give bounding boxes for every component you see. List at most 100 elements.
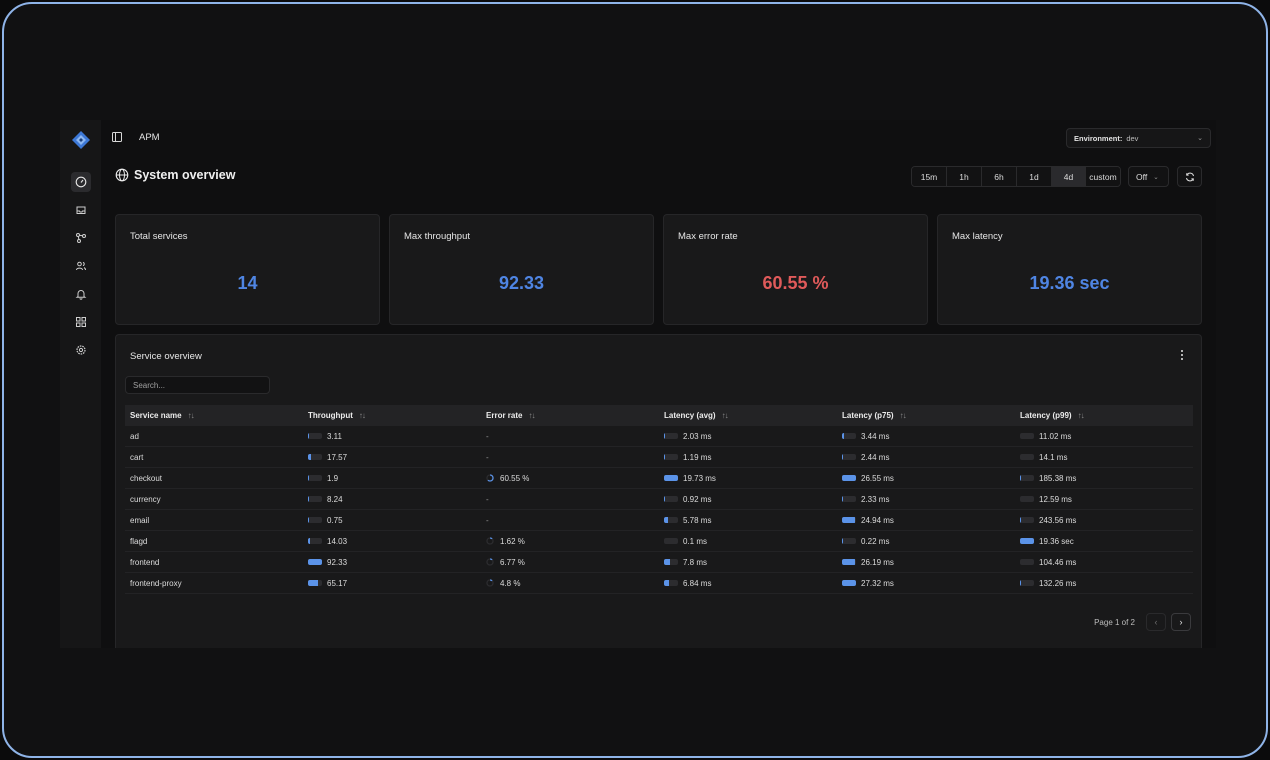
service-name[interactable]: email [130, 516, 149, 525]
column-label: Latency (avg) [664, 411, 716, 420]
latency-p75-value: 2.44 ms [861, 452, 890, 462]
column-label: Service name [130, 411, 182, 420]
globe-icon [115, 168, 129, 182]
value-bar [842, 580, 856, 586]
refresh-button[interactable] [1177, 166, 1202, 187]
service-name[interactable]: flagd [130, 537, 147, 546]
value-bar [842, 433, 856, 439]
nav-item-users[interactable] [71, 256, 91, 276]
auto-refresh-select[interactable]: Off ⌄ [1128, 166, 1169, 187]
environment-label: Environment: [1074, 133, 1123, 143]
column-header-throughput[interactable]: Throughput ↑↓ [303, 411, 481, 420]
sidebar [60, 120, 101, 648]
value-bar-fill [842, 475, 856, 481]
more-vertical-icon[interactable] [1178, 349, 1186, 361]
table-row[interactable]: flagd 14.03 1.62 % 0.1 ms 0.22 ms 19.36 sec [125, 531, 1193, 552]
latency-avg-value: 2.03 ms [683, 431, 712, 441]
column-header-latency-p75[interactable]: Latency (p75) ↑↓ [837, 411, 1015, 420]
previous-page-button[interactable]: ‹ [1146, 613, 1166, 631]
sidebar-panel-icon[interactable] [112, 132, 122, 142]
diamond-logo-icon[interactable] [71, 130, 91, 150]
services-table: Service name ↑↓ Throughput ↑↓ Error rate ↑↓… [125, 405, 1193, 594]
error-rate-value: 60.55 % [500, 473, 530, 483]
throughput-value: 65.17 [327, 578, 348, 588]
page-info: Page 1 of 2 [1094, 617, 1135, 627]
table-row[interactable]: checkout 1.9 60.55 % 19.73 ms 26.55 ms 185.38… [125, 468, 1193, 489]
value-bar [664, 454, 678, 460]
cell-throughput: 8.24 [303, 495, 481, 504]
column-header-error-rate[interactable]: Error rate ↑↓ [481, 411, 659, 420]
value-bar [308, 559, 322, 565]
search-input[interactable] [125, 376, 270, 394]
range-6h-button[interactable]: 6h [982, 167, 1017, 186]
pagination: Page 1 of 2 ‹ › [1094, 613, 1191, 631]
service-name[interactable]: checkout [130, 474, 162, 483]
table-row[interactable]: currency 8.24 - 0.92 ms 2.33 ms 12.59 ms [125, 489, 1193, 510]
dashboard-gauge-icon [75, 176, 86, 188]
service-name[interactable]: frontend-proxy [130, 579, 182, 588]
cell-error-rate: 60.55 % [481, 474, 659, 483]
latency-p99-value: 132.26 ms [1039, 578, 1077, 588]
value-bar [1020, 433, 1034, 439]
table-row[interactable]: cart 17.57 - 1.19 ms 2.44 ms 14.1 ms [125, 447, 1193, 468]
cell-latency-p99: 14.1 ms [1015, 453, 1193, 462]
column-header-latency-avg[interactable]: Latency (avg) ↑↓ [659, 411, 837, 420]
cell-latency-avg: 0.1 ms [659, 537, 837, 546]
table-row[interactable]: frontend 92.33 6.77 % 7.8 ms 26.19 ms 104.46 … [125, 552, 1193, 573]
settings-gear-icon [75, 345, 86, 355]
value-bar [308, 580, 322, 586]
value-bar-fill [842, 559, 856, 565]
nav-item-inbox[interactable] [71, 200, 91, 220]
chevron-right-icon: › [1179, 617, 1183, 627]
nav-item-apps[interactable] [71, 312, 91, 332]
column-header-service-name[interactable]: Service name ↑↓ [125, 411, 303, 420]
service-name[interactable]: cart [130, 453, 143, 462]
range-4d-button[interactable]: 4d [1052, 167, 1086, 186]
environment-select[interactable]: Environment: dev ⌄ [1066, 128, 1211, 148]
value-bar [664, 433, 678, 439]
table-row[interactable]: email 0.75 - 5.78 ms 24.94 ms 243.56 ms [125, 510, 1193, 531]
service-name[interactable]: ad [130, 432, 139, 441]
column-header-latency-p99[interactable]: Latency (p99) ↑↓ [1015, 411, 1193, 420]
range-1h-button[interactable]: 1h [947, 167, 982, 186]
value-bar-fill [664, 559, 670, 565]
latency-p99-value: 14.1 ms [1039, 452, 1068, 462]
service-name[interactable]: currency [130, 495, 161, 504]
breadcrumb[interactable]: APM [139, 132, 160, 143]
latency-p99-value: 11.02 ms [1039, 431, 1072, 441]
chevron-left-icon: ‹ [1154, 617, 1158, 627]
refresh-icon [1185, 172, 1194, 181]
value-bar [842, 517, 856, 523]
value-bar [842, 475, 856, 481]
value-bar-fill [664, 433, 666, 439]
nav-item-settings[interactable] [71, 340, 91, 360]
nav-item-dashboard[interactable] [70, 172, 91, 192]
table-row[interactable]: frontend-proxy 65.17 4.8 % 6.84 ms 27.32 ms 1… [125, 573, 1193, 594]
latency-p99-value: 12.59 ms [1039, 494, 1072, 504]
nav-item-services[interactable] [71, 228, 91, 248]
panel-title: Service overview [130, 351, 202, 362]
throughput-value: 3.11 [327, 431, 342, 441]
cell-throughput: 0.75 [303, 516, 481, 525]
stat-card-total-services: Total services 14 [115, 214, 380, 325]
cell-error-rate: - [481, 516, 659, 525]
column-label: Latency (p75) [842, 411, 894, 420]
nav-item-alerts[interactable] [71, 284, 91, 304]
error-rate-ring-icon [486, 579, 494, 587]
next-page-button[interactable]: › [1171, 613, 1191, 631]
value-bar [308, 454, 322, 460]
latency-p99-value: 243.56 ms [1039, 515, 1077, 525]
value-bar [308, 538, 322, 544]
value-bar [842, 454, 856, 460]
range-15m-button[interactable]: 15m [912, 167, 947, 186]
table-row[interactable]: ad 3.11 - 2.03 ms 3.44 ms 11.02 ms [125, 426, 1193, 447]
latency-p75-value: 0.22 ms [861, 536, 890, 546]
range-1d-button[interactable]: 1d [1017, 167, 1052, 186]
time-range-selector: 15m 1h 6h 1d 4d custom [911, 166, 1121, 187]
value-bar [664, 475, 678, 481]
cell-latency-p75: 24.94 ms [837, 516, 1015, 525]
value-bar [1020, 580, 1034, 586]
range-custom-button[interactable]: custom [1086, 167, 1120, 186]
value-bar [308, 517, 322, 523]
service-name[interactable]: frontend [130, 558, 159, 567]
